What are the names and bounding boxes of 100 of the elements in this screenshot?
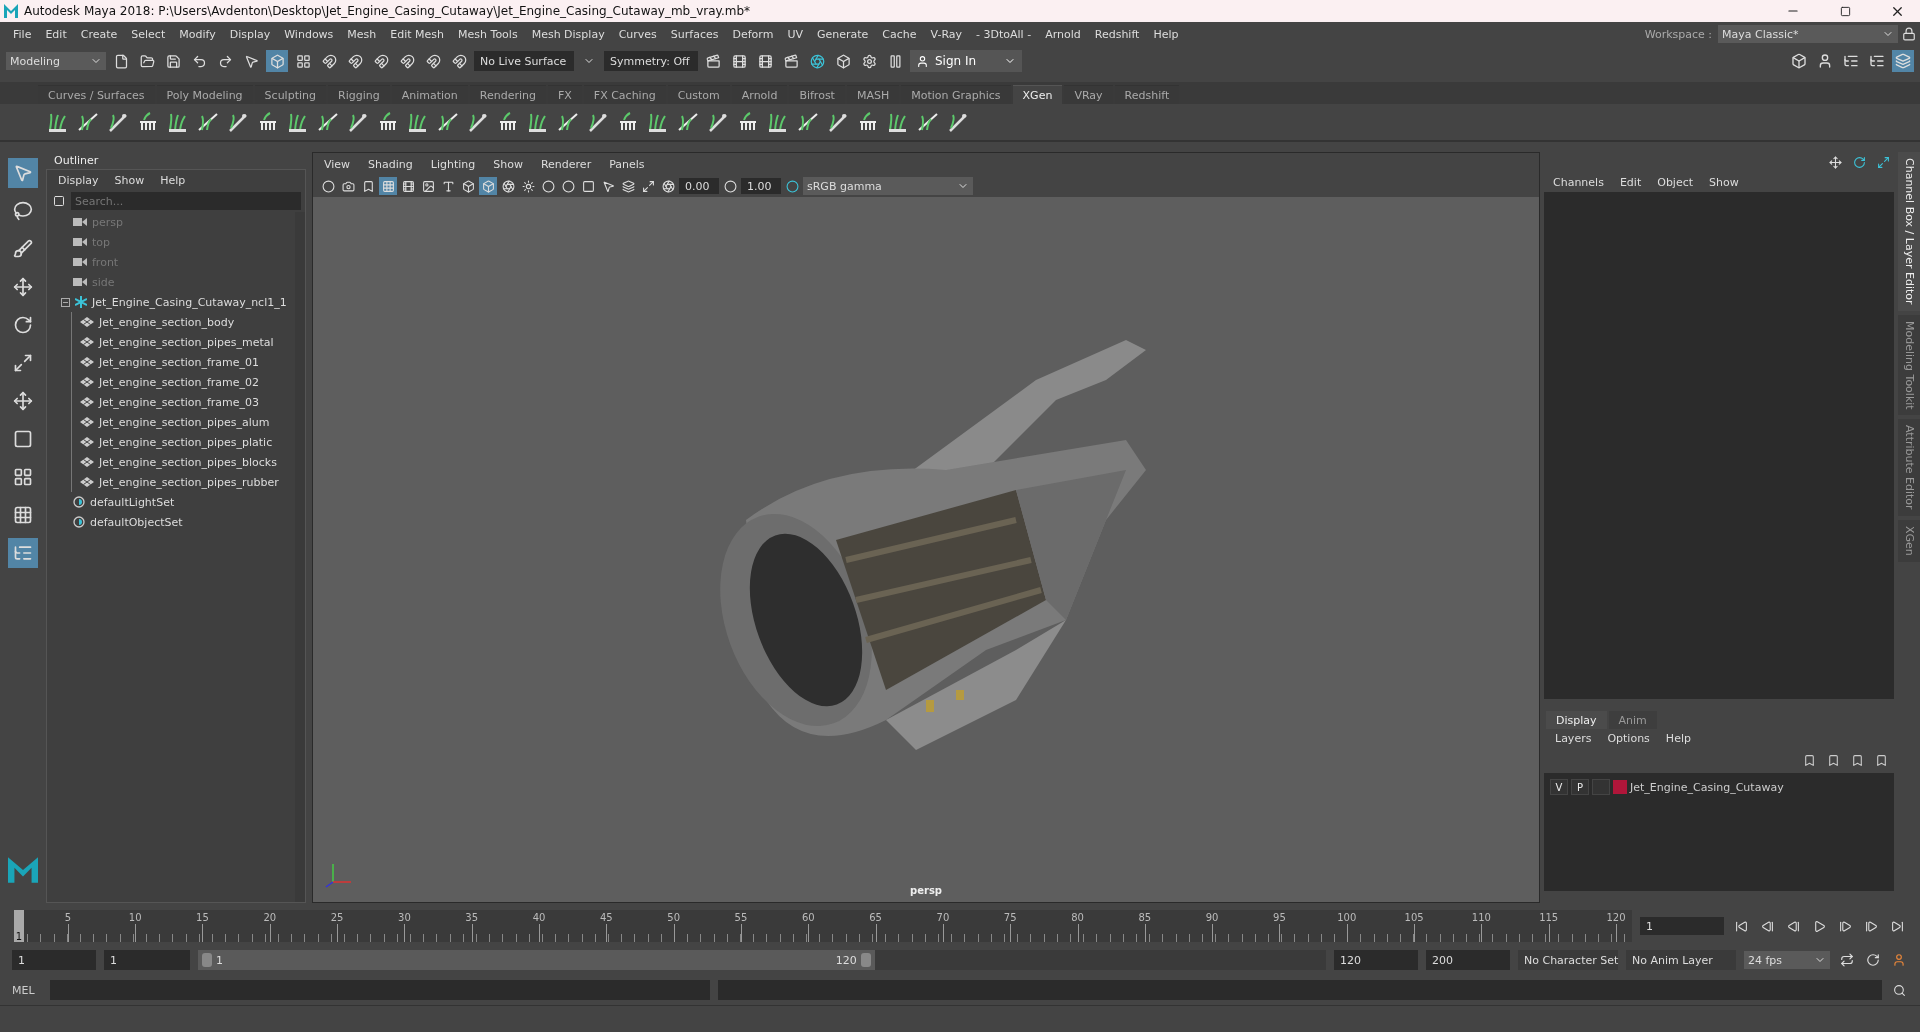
command-input-field[interactable] [50,980,710,1000]
menu-item[interactable]: Deform [725,27,781,41]
outliner-item[interactable]: Jet_engine_section_frame_01 [72,352,295,372]
menu-item[interactable]: Select [124,27,173,41]
menu-item[interactable]: Renderer [533,157,599,171]
select-object-icon[interactable] [266,50,288,72]
menu-item[interactable]: Windows [277,27,341,41]
sign-in-button[interactable]: Sign In [910,50,1022,72]
menu-item[interactable]: Edit [38,27,74,41]
menu-item[interactable]: Display [51,173,106,187]
side-tab[interactable]: Channel Box / Layer Editor [1898,152,1920,311]
menu-item[interactable]: Redshift [1087,27,1147,41]
outliner-layout-icon[interactable] [8,538,38,568]
shelf-tab[interactable]: Rendering [469,85,546,104]
menu-item[interactable]: Show [486,157,530,171]
menu-item[interactable]: Surfaces [663,27,726,41]
menu-item[interactable]: Edit [1612,175,1649,189]
color-space-dropdown[interactable]: sRGB gamma [803,177,973,195]
outliner-item[interactable]: Jet_engine_section_frame_03 [72,392,295,412]
shelf-tab[interactable]: FX Caching [583,85,666,104]
collapse-icon[interactable] [61,297,70,307]
symmetry-field[interactable]: Symmetry: Off [604,51,698,71]
menu-item[interactable]: Mesh Display [524,27,612,41]
outliner-item[interactable]: Jet_engine_section_pipes_rubber [72,472,295,492]
visibility-toggle[interactable]: V [1550,779,1568,795]
outliner-item[interactable]: Jet_Engine_Casing_Cutaway_ncl1_1 [47,292,295,312]
menu-item[interactable]: Generate [809,27,876,41]
live-surface-field[interactable]: No Live Surface [474,51,574,71]
shelf-tab[interactable]: Sculpting [254,85,326,104]
time-slider[interactable]: 1 5 10 15 20 25 30 35 40 45 50 55 60 65 70 75 80 85 90 95 100 105 110 115 120 [14,910,1632,942]
mode-dropdown[interactable]: Modeling [6,52,106,70]
playback-toggle[interactable]: P [1571,779,1589,795]
menu-item[interactable]: Show [107,173,152,187]
viewport-tool-icon[interactable] [519,177,537,195]
outliner-item[interactable]: Jet_engine_section_pipes_metal [72,332,295,352]
anim-layer-field[interactable]: No Anim Layer [1626,950,1736,970]
side-tab[interactable]: Attribute Editor [1898,419,1920,516]
range-slider-fill[interactable] [198,950,875,970]
outliner-item[interactable]: Jet_engine_section_body [72,312,295,332]
viewport-tool-icon[interactable] [499,177,517,195]
character-set-field[interactable]: No Character Set [1518,950,1618,970]
current-frame-marker[interactable]: 1 [14,910,24,942]
viewport-tool-icon[interactable] [559,177,577,195]
command-language-label[interactable]: MEL [12,983,42,997]
menu-item[interactable]: UV [780,27,810,41]
menu-item[interactable]: Arnold [1038,27,1088,41]
viewport-tool-icon[interactable] [619,177,637,195]
menu-item[interactable]: Cache [875,27,924,41]
workspace-dropdown[interactable]: Maya Classic* [1718,25,1898,43]
layer-color-swatch[interactable] [1613,780,1627,794]
layer-tab[interactable]: Anim [1608,711,1657,729]
menu-item[interactable]: Channels [1546,175,1611,189]
menu-item[interactable]: Show [1702,175,1746,189]
menu-item[interactable]: Panels [602,157,652,171]
range-track[interactable]: 1 120 [198,950,1326,970]
outliner-item[interactable]: Jet_engine_section_pipes_blocks [72,452,295,472]
shelf-tab[interactable]: Poly Modeling [156,85,253,104]
menu-item[interactable]: View [317,157,358,171]
side-tab[interactable]: Modeling Toolkit [1898,314,1920,416]
menu-item[interactable]: File [6,27,39,41]
menu-item[interactable]: Help [153,173,193,187]
range-handle[interactable] [202,953,212,967]
menu-item[interactable]: Mesh [340,27,384,41]
menu-item[interactable]: Help [1658,731,1698,745]
outliner-item[interactable]: Jet_engine_section_pipes_alum [72,412,295,432]
menu-item[interactable]: Lighting [423,157,483,171]
search-field[interactable]: Search... [71,192,301,210]
exposure-field[interactable]: 0.00 [679,178,719,194]
menu-item[interactable]: Display [222,27,278,41]
menu-item[interactable]: Options [1600,731,1657,745]
layer-row[interactable]: V P Jet_Engine_Casing_Cutaway [1548,777,1890,797]
outliner-item[interactable]: Jet_engine_section_frame_02 [72,372,295,392]
menu-item[interactable]: Edit Mesh [383,27,452,41]
menu-item[interactable]: Shading [361,157,420,171]
current-frame-field[interactable]: 1 [1640,917,1724,935]
menu-item[interactable]: V-Ray [923,27,970,41]
axis-icon[interactable] [1826,153,1844,171]
layer-tab[interactable]: Display [1546,711,1607,729]
reference-toggle[interactable] [1592,779,1610,795]
playback-end-field[interactable]: 120 [1334,950,1418,970]
outliner-item[interactable]: defaultLightSet [47,492,295,512]
shelf-tab[interactable]: VRay [1064,85,1113,104]
side-tab[interactable]: XGen [1898,519,1920,562]
loop-icon[interactable] [1838,951,1856,969]
menu-item[interactable]: Help [1146,27,1186,41]
viewport-tool-icon[interactable] [319,177,337,195]
shelf-tab[interactable]: Rigging [328,85,390,104]
menu-item[interactable]: Mesh Tools [451,27,525,41]
menu-item[interactable]: - 3DtoAll - [969,27,1039,41]
menu-item[interactable]: Curves [611,27,664,41]
start-frame-field[interactable]: 1 [12,950,96,970]
gamma-field[interactable]: 1.00 [741,178,781,194]
select-tool-icon[interactable] [8,158,38,188]
scrollbar[interactable] [295,212,305,902]
playback-start-field[interactable]: 1 [104,950,190,970]
end-frame-field[interactable]: 200 [1426,950,1510,970]
menu-item[interactable]: Object [1650,175,1701,189]
shelf-tab[interactable]: XGen [1012,85,1063,104]
viewport-tool-icon[interactable] [539,177,557,195]
menu-item[interactable]: Create [73,27,125,41]
